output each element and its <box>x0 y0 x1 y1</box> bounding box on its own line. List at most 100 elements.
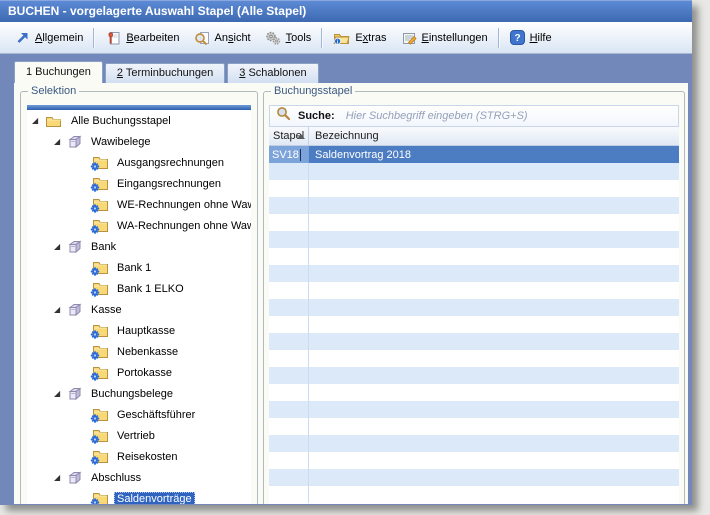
empty-table-row <box>269 316 679 333</box>
cell-stapel-empty <box>269 265 309 282</box>
tree-item-geschäftsführer[interactable]: Geschäftsführer <box>27 404 251 425</box>
cell-bezeichnung-empty <box>309 180 679 197</box>
expand-triangle-icon[interactable]: ◢ <box>54 243 67 251</box>
cell-stapel-empty <box>269 452 309 469</box>
empty-table-row <box>269 163 679 180</box>
cell-bezeichnung-empty <box>309 316 679 333</box>
cell-bezeichnung-empty <box>309 452 679 469</box>
empty-table-row <box>269 418 679 435</box>
cell-bezeichnung-empty <box>309 333 679 350</box>
menu-item-allgemein[interactable]: Allgemein <box>8 27 90 48</box>
tree-item-abschluss[interactable]: ◢Abschluss <box>27 467 251 488</box>
expand-triangle-icon[interactable]: ◢ <box>54 306 67 314</box>
cube-icon <box>67 303 82 317</box>
tree-item-reisekosten[interactable]: Reisekosten <box>27 446 251 467</box>
empty-table-row <box>269 248 679 265</box>
empty-table-row <box>269 333 679 350</box>
folder-gear-icon <box>90 281 108 297</box>
folder-gear-icon <box>90 344 108 360</box>
column-header-stapel[interactable]: Stapel <box>269 127 309 145</box>
cell-stapel[interactable]: SV18 <box>269 146 309 163</box>
tree-item-label: WA-Rechnungen ohne Wawi <box>114 219 251 233</box>
search-input[interactable] <box>344 109 678 123</box>
expand-triangle-icon[interactable]: ◢ <box>54 138 67 146</box>
tab-buchungen[interactable]: 1 Buchungen <box>14 61 103 83</box>
menu-item-einstellungen[interactable]: Einstellungen <box>394 27 495 49</box>
tab-schablonen[interactable]: 3 Schablonen <box>227 63 318 83</box>
empty-table-row <box>269 180 679 197</box>
stapel-value: SV18 <box>272 149 299 161</box>
search-bar[interactable]: Suche: <box>269 105 679 127</box>
tree-item-buchungsbelege[interactable]: ◢Buchungsbelege <box>27 383 251 404</box>
grid-header: Stapel Bezeichnung <box>269 127 679 146</box>
cell-bezeichnung-empty <box>309 265 679 282</box>
tree-item-alle-buchungsstapel[interactable]: ◢Alle Buchungsstapel <box>27 110 251 131</box>
cell-stapel-empty <box>269 401 309 418</box>
cell-bezeichnung-empty <box>309 197 679 214</box>
tree-item-ausgangsrechnungen[interactable]: Ausgangsrechnungen <box>27 152 251 173</box>
empty-table-row <box>269 469 679 486</box>
stapel-edit-cell[interactable]: SV18 <box>269 146 308 163</box>
tree-item-hauptkasse[interactable]: Hauptkasse <box>27 320 251 341</box>
tree-item-label: Ausgangsrechnungen <box>114 156 227 170</box>
arrow-ne-icon <box>15 30 30 45</box>
folder-gear-icon <box>90 323 108 339</box>
groupbox-selektion-label: Selektion <box>28 85 79 97</box>
cell-bezeichnung-empty <box>309 282 679 299</box>
menu-item-ansicht[interactable]: Ansicht <box>187 27 258 49</box>
cell-stapel-empty <box>269 214 309 231</box>
stapel-tree: ◢Alle Buchungsstapel◢Wawibelege Ausgangsr… <box>27 105 251 504</box>
tree-item-label: Kasse <box>88 303 125 317</box>
folder-gear-icon <box>90 491 108 505</box>
tree-item-we-rechnungen-ohne-wawi[interactable]: WE-Rechnungen ohne Wawi <box>27 194 251 215</box>
tree-item-label: Bank 1 ELKO <box>114 282 187 296</box>
tree-item-label: WE-Rechnungen ohne Wawi <box>114 198 251 212</box>
tree-item-bank-1-elko[interactable]: Bank 1 ELKO <box>27 278 251 299</box>
tree-item-portokasse[interactable]: Portokasse <box>27 362 251 383</box>
cell-stapel-empty <box>269 418 309 435</box>
tree-item-bank-1[interactable]: Bank 1 <box>27 257 251 278</box>
cell-bezeichnung-empty <box>309 231 679 248</box>
cell-stapel-empty <box>269 384 309 401</box>
expand-triangle-icon[interactable]: ◢ <box>32 117 45 125</box>
tree-item-eingangsrechnungen[interactable]: Eingangsrechnungen <box>27 173 251 194</box>
menu-item-extras[interactable]: iExtras <box>326 27 393 48</box>
menu-item-tools[interactable]: Tools <box>258 27 319 49</box>
tree-item-vertrieb[interactable]: Vertrieb <box>27 425 251 446</box>
expand-triangle-icon[interactable]: ◢ <box>54 474 67 482</box>
tree-item-bank[interactable]: ◢Bank <box>27 236 251 257</box>
column-header-bezeichnung[interactable]: Bezeichnung <box>309 127 679 145</box>
cell-bezeichnung[interactable]: Saldenvortrag 2018 <box>309 146 679 163</box>
menu-item-bearbeiten[interactable]: Bearbeiten <box>98 27 186 49</box>
tab-terminbuchungen[interactable]: 2 Terminbuchungen <box>105 63 225 83</box>
text-caret <box>300 149 301 161</box>
sort-ascending-icon <box>297 134 305 139</box>
folder-info-icon: i <box>333 30 350 45</box>
table-row-sv18[interactable]: SV18 Saldenvortrag 2018 <box>269 146 679 163</box>
tree-item-wa-rechnungen-ohne-wawi[interactable]: WA-Rechnungen ohne Wawi <box>27 215 251 236</box>
tree-item-label: Reisekosten <box>114 450 181 464</box>
empty-table-row <box>269 452 679 469</box>
tree-item-nebenkasse[interactable]: Nebenkasse <box>27 341 251 362</box>
tree-item-label: Eingangsrechnungen <box>114 177 224 191</box>
groupbox-buchungsstapel: Buchungsstapel Suche: Stapel Bezeich <box>263 91 685 504</box>
empty-table-row <box>269 367 679 384</box>
expand-triangle-icon[interactable]: ◢ <box>54 390 67 398</box>
cell-bezeichnung-empty <box>309 367 679 384</box>
tree-item-wawibelege[interactable]: ◢Wawibelege <box>27 131 251 152</box>
menu-item-label: Hilfe <box>530 32 552 44</box>
stapel-grid: SV18 Saldenvortrag 2018 <box>269 146 679 504</box>
menu-item-hilfe[interactable]: ?Hilfe <box>503 27 559 48</box>
cell-stapel-empty <box>269 197 309 214</box>
tree-item-kasse[interactable]: ◢ Kasse <box>27 299 251 320</box>
empty-table-row <box>269 282 679 299</box>
tree-item-saldenvorträge[interactable]: Saldenvorträge <box>27 488 251 504</box>
cell-stapel-empty <box>269 299 309 316</box>
toolbar-separator <box>321 28 323 48</box>
cell-stapel-empty <box>269 333 309 350</box>
empty-table-row <box>269 486 679 503</box>
cube-icon <box>67 387 82 401</box>
empty-table-row <box>269 401 679 418</box>
magnifier-document-icon <box>194 30 210 46</box>
folder-gear-icon <box>90 365 108 381</box>
